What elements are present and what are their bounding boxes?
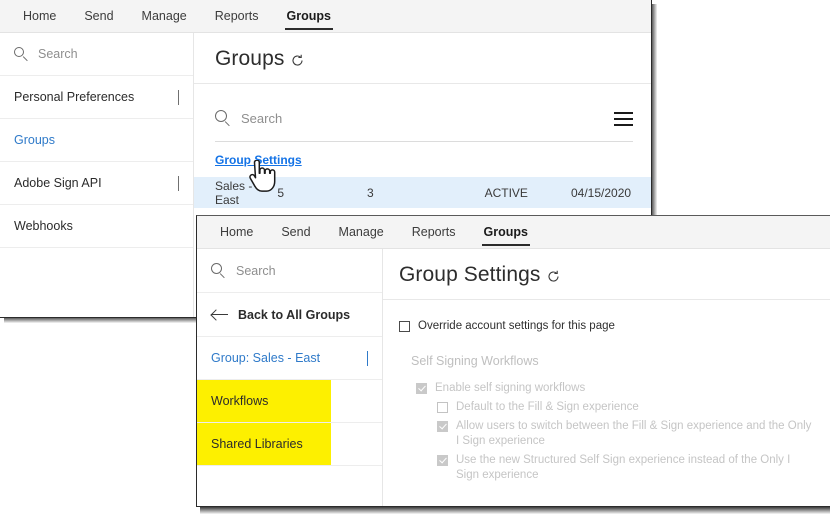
checkbox-box — [437, 402, 448, 413]
tab-send[interactable]: Send — [267, 216, 324, 249]
checkbox-box — [437, 421, 448, 432]
workflows-highlight: Workflows — [197, 380, 331, 422]
tab-manage[interactable]: Manage — [325, 216, 398, 249]
sidebar-item-label: Groups — [14, 133, 55, 147]
groups-search-field[interactable]: Search — [215, 110, 614, 127]
section-title-self-signing-workflows: Self Signing Workflows — [383, 334, 830, 368]
hamburger-menu-icon[interactable] — [614, 111, 633, 126]
tab-groups[interactable]: Groups — [470, 216, 542, 249]
arrow-left-icon — [209, 308, 228, 321]
tab-reports[interactable]: Reports — [398, 216, 470, 249]
sidebar-empty-space — [197, 466, 382, 506]
back-to-all-groups-button[interactable]: Back to All Groups — [197, 293, 382, 337]
cell-created-date: 04/15/2020 — [571, 185, 632, 200]
sidebar-item-label: Adobe Sign API — [14, 176, 102, 190]
sidebar-item-personal-preferences[interactable]: Personal Preferences — [0, 76, 193, 119]
checkbox-label: Default to the Fill & Sign experience — [456, 401, 639, 413]
sidebar-item-label: Personal Preferences — [14, 90, 135, 104]
sidebar-item-shared-libraries[interactable]: Shared Libraries — [197, 423, 382, 466]
table-row[interactable]: Sales - East 5 3 ACTIVE 04/15/2020 — [194, 177, 651, 208]
sidebar-search-placeholder: Search — [38, 47, 78, 61]
sidebar-item-label: Shared Libraries — [211, 437, 303, 451]
page-title-text: Group Settings — [399, 263, 541, 286]
window-2-sidebar: Search Back to All Groups Group: Sales -… — [197, 249, 383, 506]
group-selector-label: Group: Sales - East — [211, 351, 321, 365]
checkbox-label: Enable self signing workflows — [435, 382, 586, 394]
sidebar-empty-space — [0, 248, 193, 308]
window-1-navbar: Home Send Manage Reports Groups — [0, 0, 651, 33]
sidebar-item-groups[interactable]: Groups — [0, 119, 193, 162]
sidebar-search[interactable]: Search — [197, 249, 382, 293]
refresh-icon[interactable] — [547, 270, 560, 283]
sidebar-item-adobe-sign-api[interactable]: Adobe Sign API — [0, 162, 193, 205]
back-label: Back to All Groups — [238, 307, 351, 322]
tab-groups[interactable]: Groups — [273, 0, 345, 33]
checkbox-structured-self-sign[interactable]: Use the new Structured Self Sign experie… — [437, 453, 816, 483]
search-icon — [211, 262, 227, 279]
search-icon — [215, 110, 232, 127]
shared-libraries-highlight: Shared Libraries — [197, 423, 331, 465]
checkbox-box — [416, 383, 427, 394]
sidebar-item-label: Workflows — [211, 394, 269, 408]
chevron-down-icon — [367, 351, 368, 366]
chevron-down-icon — [178, 90, 179, 105]
checkbox-default-fill-and-sign[interactable]: Default to the Fill & Sign experience — [437, 400, 816, 415]
checkbox-enable-self-signing[interactable]: Enable self signing workflows — [416, 381, 816, 396]
cell-agreements: 3 — [367, 185, 374, 200]
checkbox-label: Allow users to switch between the Fill &… — [456, 420, 812, 447]
search-icon — [14, 46, 29, 62]
groups-search-placeholder: Search — [241, 111, 283, 126]
window-2-main: Group Settings Override account settings… — [383, 249, 830, 506]
sidebar-item-webhooks[interactable]: Webhooks — [0, 205, 193, 248]
sidebar-search-placeholder: Search — [236, 263, 276, 278]
tab-home[interactable]: Home — [9, 0, 70, 33]
group-selector-dropdown[interactable]: Group: Sales - East — [197, 337, 382, 380]
group-settings-link[interactable]: Group Settings — [215, 153, 302, 167]
sidebar-search[interactable]: Search — [0, 33, 193, 76]
tab-home[interactable]: Home — [206, 216, 267, 249]
cell-status: ACTIVE — [484, 185, 528, 200]
page-title-text: Groups — [215, 47, 285, 70]
checkbox-box — [437, 455, 448, 466]
window-2-body: Search Back to All Groups Group: Sales -… — [197, 249, 830, 506]
checkbox-allow-switch-experience[interactable]: Allow users to switch between the Fill &… — [437, 419, 816, 449]
tab-reports[interactable]: Reports — [201, 0, 273, 33]
checkbox-label: Use the new Structured Self Sign experie… — [456, 454, 791, 481]
override-label: Override account settings for this page — [418, 320, 615, 332]
tab-send[interactable]: Send — [70, 0, 127, 33]
chevron-down-icon — [178, 176, 179, 191]
cell-group-name: Sales - East — [215, 178, 253, 207]
tab-manage[interactable]: Manage — [128, 0, 201, 33]
sidebar-item-workflows[interactable]: Workflows — [197, 380, 382, 423]
page-title: Group Settings — [383, 249, 830, 300]
override-account-settings-checkbox[interactable]: Override account settings for this page — [383, 300, 830, 334]
window-1-sidebar: Search Personal Preferences Groups Adobe… — [0, 33, 194, 317]
window-2-bottom-shadow — [200, 506, 830, 514]
window-group-settings: Home Send Manage Reports Groups Search B… — [196, 215, 830, 507]
window-2-navbar: Home Send Manage Reports Groups — [197, 216, 830, 249]
checkbox-box — [399, 321, 410, 332]
page-title: Groups — [194, 33, 651, 84]
sidebar-item-label: Webhooks — [14, 219, 73, 233]
section-title-text: Self Signing Workflows — [411, 354, 539, 368]
cell-users: 5 — [277, 185, 285, 200]
refresh-icon[interactable] — [291, 54, 304, 67]
